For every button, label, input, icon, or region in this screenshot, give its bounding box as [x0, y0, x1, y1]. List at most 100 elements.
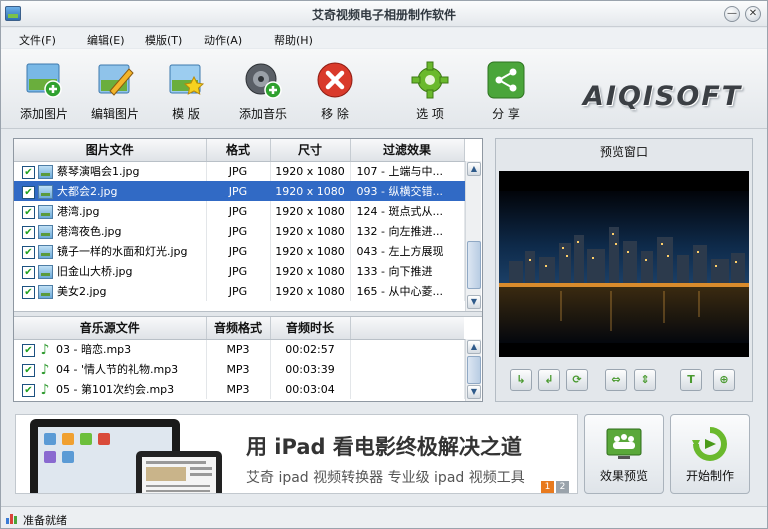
image-file-name: 港湾.jpg — [57, 205, 100, 218]
col-audio-format[interactable]: 音频格式 — [206, 317, 271, 340]
bottom-area: 用 iPad 看电影终极解决之道 艾奇 ipad 视频转换器 专业级 ipad … — [13, 411, 753, 497]
music-file-name: 03 - 暗恋.mp3 — [56, 343, 132, 357]
col-effect[interactable]: 过滤效果 — [350, 139, 465, 162]
ad-banner[interactable]: 用 iPad 看电影终极解决之道 艾奇 ipad 视频转换器 专业级 ipad … — [15, 414, 578, 494]
add-image-button[interactable]: 添加图片 — [9, 55, 79, 125]
image-file-cell: ✔ 港湾.jpg — [14, 201, 207, 221]
image-list-scrollbar[interactable]: ▲ ▼ — [465, 161, 481, 311]
image-row[interactable]: ✔ 美女2.jpg JPG 1920 x 1080 165 - 从中心菱... — [14, 281, 465, 301]
col-image-file[interactable]: 图片文件 — [14, 139, 207, 162]
image-row[interactable]: ✔ 大都会2.jpg JPG 1920 x 1080 093 - 纵横交错... — [14, 181, 465, 201]
scroll-up-icon[interactable]: ▲ — [467, 162, 481, 176]
edit-image-label: 编辑图片 — [90, 107, 139, 121]
rotate-left-button[interactable]: ↲ — [538, 369, 560, 391]
add-text-button[interactable]: T — [680, 369, 702, 391]
banner-page-2[interactable]: 2 — [556, 481, 569, 493]
image-row[interactable]: ✔ 蔡琴演唱会1.jpg JPG 1920 x 1080 107 - 上端与中... — [14, 161, 465, 181]
image-effect-cell: 043 - 左上方展现 — [350, 241, 465, 261]
music-list-scrollbar[interactable]: ▲ ▼ — [465, 339, 481, 401]
preview-effect-label: 效果预览 — [599, 469, 648, 483]
minimize-button[interactable]: — — [724, 6, 740, 22]
menu-template[interactable]: 模版(T) — [145, 32, 182, 48]
jpg-file-icon — [38, 265, 53, 279]
music-row-checkbox[interactable]: ✔ — [22, 343, 35, 357]
image-row[interactable]: ✔ 港湾夜色.jpg JPG 1920 x 1080 132 - 向左推进... — [14, 221, 465, 241]
music-row[interactable]: ✔ ♪ 04 - '情人节的礼物.mp3 MP3 00:03:39 — [14, 359, 465, 379]
image-row-checkbox[interactable]: ✔ — [22, 165, 35, 179]
music-row-checkbox[interactable]: ✔ — [22, 383, 35, 397]
image-size-cell: 1920 x 1080 — [270, 221, 351, 241]
music-duration-cell: 00:03:39 — [270, 359, 351, 379]
status-bar: 准备就绪 — [1, 506, 767, 528]
image-file-name: 旧金山大桥.jpg — [57, 265, 133, 278]
share-button[interactable]: 分 享 — [471, 55, 541, 125]
flip-horizontal-button[interactable]: ⇔ — [605, 369, 627, 391]
close-button[interactable]: ✕ — [745, 6, 761, 22]
refresh-button[interactable]: ⟳ — [566, 369, 588, 391]
scroll-thumb[interactable] — [467, 356, 481, 384]
col-music-file[interactable]: 音乐源文件 — [14, 317, 207, 340]
edit-image-button[interactable]: 编辑图片 — [80, 55, 150, 125]
remove-button[interactable]: 移 除 — [300, 55, 370, 125]
image-row[interactable]: ✔ 镜子一样的水面和灯光.jpg JPG 1920 x 1080 043 - 左上方展现 — [14, 241, 465, 261]
scroll-up-icon[interactable]: ▲ — [467, 340, 481, 354]
share-label: 分 享 — [492, 107, 520, 121]
menu-edit[interactable]: 编辑(E) — [87, 32, 125, 48]
menu-action[interactable]: 动作(A) — [204, 32, 242, 48]
options-button[interactable]: 选 项 — [395, 55, 465, 125]
music-note-icon: ♪ — [40, 382, 50, 398]
preview-effect-button[interactable]: 效果预览 — [584, 414, 664, 494]
preview-title: 预览窗口 — [599, 145, 648, 159]
title-bar: 艾奇视频电子相册制作软件 — ✕ — [1, 1, 767, 27]
image-row[interactable]: ✔ 旧金山大桥.jpg JPG 1920 x 1080 133 - 向下推进 — [14, 261, 465, 281]
menu-bar: 文件(F) 编辑(E) 模版(T) 动作(A) 帮助(H) — [1, 28, 767, 48]
add-image-label: 添加图片 — [19, 107, 68, 121]
image-size-cell: 1920 x 1080 — [270, 201, 351, 221]
image-effect-cell: 165 - 从中心菱... — [350, 281, 465, 301]
flip-vertical-button[interactable]: ⇕ — [634, 369, 656, 391]
scroll-down-icon[interactable]: ▼ — [467, 295, 481, 309]
image-size-cell: 1920 x 1080 — [270, 281, 351, 301]
music-format-cell: MP3 — [206, 339, 271, 359]
preview-effect-icon — [606, 427, 642, 461]
menu-help[interactable]: 帮助(H) — [274, 32, 313, 48]
image-format-cell: JPG — [206, 261, 271, 281]
music-file-name: 05 - 第101次约会.mp3 — [56, 383, 175, 396]
image-row-checkbox[interactable]: ✔ — [22, 245, 35, 259]
window-title: 艾奇视频电子相册制作软件 — [311, 8, 456, 22]
col-size[interactable]: 尺寸 — [270, 139, 351, 162]
col-audio-duration[interactable]: 音频时长 — [270, 317, 351, 340]
add-music-button[interactable]: 添加音乐 — [228, 55, 298, 125]
music-row-checkbox[interactable]: ✔ — [22, 363, 35, 377]
jpg-file-icon — [38, 225, 53, 239]
music-file-cell: ✔ ♪ 04 - '情人节的礼物.mp3 — [14, 359, 207, 379]
add-music-icon — [244, 61, 282, 99]
add-overlay-button[interactable]: ⊕ — [713, 369, 735, 391]
template-button[interactable]: 模 版 — [151, 55, 221, 125]
image-file-cell: ✔ 港湾夜色.jpg — [14, 221, 207, 241]
banner-subline: 艾奇 ipad 视频转换器 专业级 ipad 视频工具 — [246, 470, 525, 486]
image-file-cell: ✔ 蔡琴演唱会1.jpg — [14, 161, 207, 181]
menu-file[interactable]: 文件(F) — [19, 32, 56, 48]
rotate-right-button[interactable]: ↳ — [510, 369, 532, 391]
image-row-checkbox[interactable]: ✔ — [22, 185, 35, 199]
image-row-checkbox[interactable]: ✔ — [22, 285, 35, 299]
image-row-checkbox[interactable]: ✔ — [22, 225, 35, 239]
template-icon — [167, 61, 205, 99]
music-format-cell: MP3 — [206, 379, 271, 399]
brand-logo: AIQISOFT — [583, 81, 743, 112]
music-row[interactable]: ✔ ♪ 05 - 第101次约会.mp3 MP3 00:03:04 — [14, 379, 465, 399]
preview-panel: 预览窗口 ↳ ↲ ⟳ ⇔ ⇕ T ⊕ — [495, 138, 753, 402]
music-blank-cell — [350, 359, 465, 379]
scroll-thumb[interactable] — [467, 241, 481, 289]
music-row[interactable]: ✔ ♪ 03 - 暗恋.mp3 MP3 00:02:57 — [14, 339, 465, 359]
image-row-checkbox[interactable]: ✔ — [22, 205, 35, 219]
options-label: 选 项 — [416, 107, 444, 121]
image-row[interactable]: ✔ 港湾.jpg JPG 1920 x 1080 124 - 斑点式从... — [14, 201, 465, 221]
music-file-cell: ✔ ♪ 05 - 第101次约会.mp3 — [14, 379, 207, 399]
image-row-checkbox[interactable]: ✔ — [22, 265, 35, 279]
col-format[interactable]: 格式 — [206, 139, 271, 162]
scroll-down-icon[interactable]: ▼ — [467, 385, 481, 399]
banner-page-1[interactable]: 1 — [541, 481, 554, 493]
start-making-button[interactable]: 开始制作 — [670, 414, 750, 494]
